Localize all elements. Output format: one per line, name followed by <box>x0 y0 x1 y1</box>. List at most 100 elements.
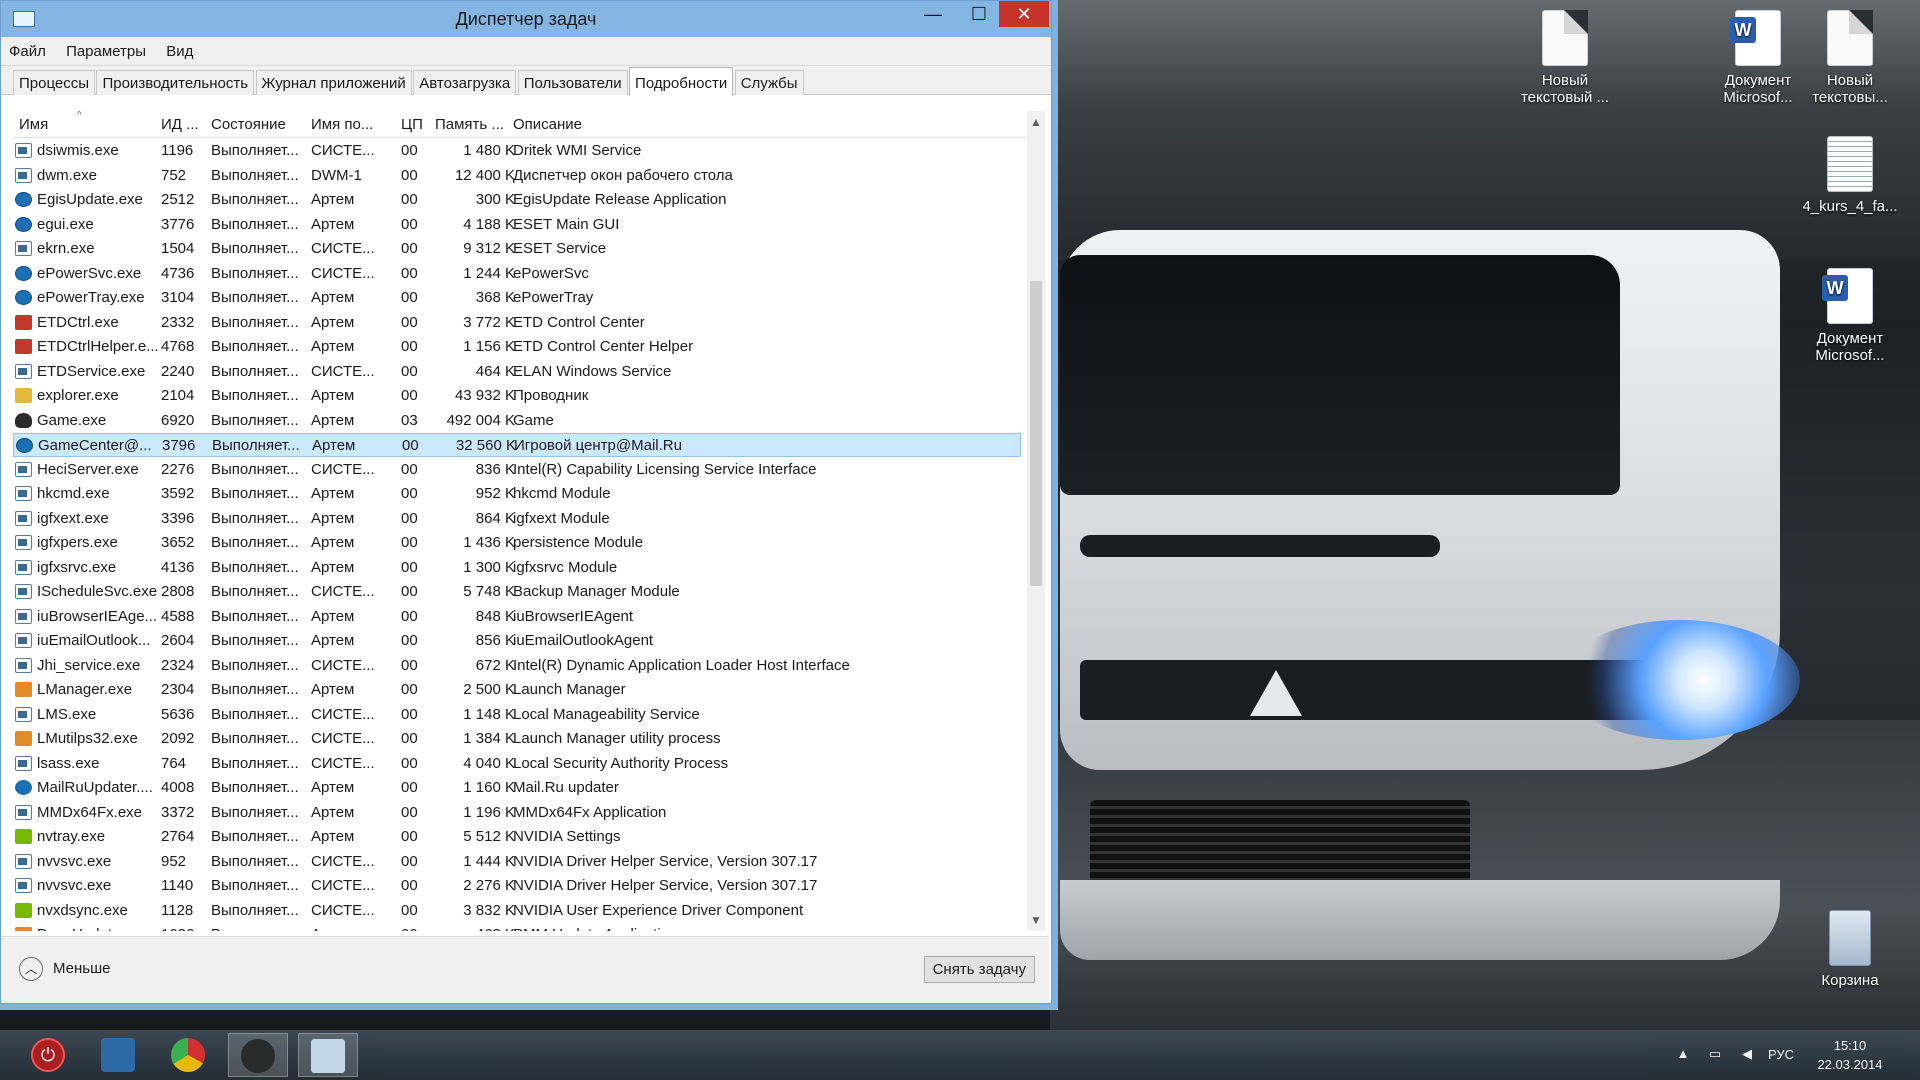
network-icon[interactable]: ▭ <box>1706 1046 1724 1062</box>
menu-options[interactable]: Параметры <box>58 37 154 60</box>
process-name: nvvsvc.exe <box>37 877 112 894</box>
tab-app-history[interactable]: Журнал приложений <box>255 70 412 95</box>
title-bar[interactable]: Диспетчер задач — ☐ ✕ <box>1 1 1051 37</box>
process-user: СИСТЕ... <box>311 656 375 674</box>
table-row[interactable]: LMS.exe 5636 Выполняет... СИСТЕ... 00 1 148 K… <box>13 703 1021 727</box>
table-row[interactable]: MMDx64Fx.exe 3372 Выполняет... Артем 00 1 196… <box>13 801 1021 825</box>
show-hidden-icons-icon[interactable]: ▲ <box>1674 1046 1692 1062</box>
table-row[interactable]: dwm.exe 752 Выполняет... DWM-1 00 12 400 K Дис… <box>13 164 1021 188</box>
process-pid: 1140 <box>161 877 194 894</box>
process-memory: 1 156 K <box>463 338 515 355</box>
table-row[interactable]: Jhi_service.exe 2324 Выполняет... СИСТЕ... 0… <box>13 654 1021 678</box>
table-row[interactable]: nvvsvc.exe 1140 Выполняет... СИСТЕ... 00 2 27… <box>13 874 1021 898</box>
taskbar-game[interactable] <box>228 1033 288 1077</box>
table-row[interactable]: igfxpers.exe 3652 Выполняет... Артем 00 1 436… <box>13 531 1021 555</box>
table-row[interactable]: explorer.exe 2104 Выполняет... Артем 00 43 93… <box>13 384 1021 408</box>
process-name: EgisUpdate.exe <box>37 191 143 208</box>
vertical-scrollbar[interactable]: ▲ ▼ <box>1027 111 1045 931</box>
table-row[interactable]: ETDCtrl.exe 2332 Выполняет... Артем 00 3 772 … <box>13 311 1021 335</box>
table-row[interactable]: ETDService.exe 2240 Выполняет... СИСТЕ... 00… <box>13 360 1021 384</box>
close-button[interactable]: ✕ <box>999 1 1049 27</box>
end-task-button[interactable]: Снять задачу <box>923 956 1035 983</box>
process-status: Выполняет... <box>211 632 299 649</box>
table-row[interactable]: GameCenter@... 3796 Выполняет... Артем 00 32 … <box>13 433 1021 457</box>
table-row[interactable]: nvvsvc.exe 952 Выполняет... СИСТЕ... 00 1 444… <box>13 850 1021 874</box>
taskbar-explorer[interactable] <box>88 1033 148 1077</box>
process-memory: 848 K <box>475 607 515 625</box>
wallpaper-car-windshield <box>1060 255 1620 495</box>
desktop-icon-word-doc-2[interactable]: W Документ Microsof... <box>1791 268 1909 364</box>
maximize-button[interactable]: ☐ <box>957 1 1001 27</box>
table-row[interactable]: egui.exe 3776 Выполняет... Артем 00 4 188 K ES… <box>13 213 1021 237</box>
table-row[interactable]: HeciServer.exe 2276 Выполняет... СИСТЕ... 00… <box>13 458 1021 482</box>
volume-icon[interactable]: ◀ <box>1738 1046 1756 1062</box>
column-header-user[interactable]: Имя по... <box>311 116 393 133</box>
minimize-button[interactable]: — <box>911 1 955 27</box>
column-header-name[interactable]: Имя <box>19 116 159 133</box>
table-row[interactable]: ETDCtrlHelper.e... 4768 Выполняет... Артем 0… <box>13 335 1021 359</box>
clock[interactable]: 15:10 22.03.2014 <box>1790 1036 1910 1074</box>
menu-view[interactable]: Вид <box>158 37 201 60</box>
process-icon <box>15 339 32 354</box>
fewer-details-button[interactable]: ︿ Меньше <box>19 957 110 981</box>
desktop-icon-new-text-2[interactable]: Новый текстовы... <box>1791 10 1909 106</box>
process-name: iuEmailOutlook... <box>37 632 151 649</box>
table-row[interactable]: hkcmd.exe 3592 Выполняет... Артем 00 952 Khkc… <box>13 482 1021 506</box>
table-row[interactable]: ePowerSvc.exe 4736 Выполняет... СИСТЕ... 00 1… <box>13 262 1021 286</box>
desktop-icon-recycle-bin[interactable]: Корзина <box>1791 910 1909 989</box>
scroll-thumb[interactable] <box>1030 281 1042 586</box>
table-row[interactable]: LManager.exe 2304 Выполняет... Артем 00 2 500… <box>13 678 1021 702</box>
process-pid: 1196 <box>161 142 194 159</box>
table-row[interactable]: ePowerTray.exe 3104 Выполняет... Артем 00 368… <box>13 286 1021 310</box>
menu-file[interactable]: Файл <box>1 37 54 60</box>
table-row[interactable]: igfxsrvc.exe 4136 Выполняет... Артем 00 1 300… <box>13 556 1021 580</box>
scroll-down-icon[interactable]: ▼ <box>1027 911 1045 929</box>
process-name: MMDx64Fx.exe <box>37 803 143 821</box>
tab-performance[interactable]: Производительность <box>96 70 255 95</box>
process-status: Выполняет... <box>211 509 299 527</box>
process-icon <box>15 780 32 795</box>
column-header-memory[interactable]: Память ... <box>435 116 515 133</box>
tab-details[interactable]: Подробности <box>629 67 734 96</box>
taskbar-chrome[interactable] <box>158 1033 218 1077</box>
column-header-status[interactable]: Состояние <box>211 116 303 133</box>
table-row[interactable]: Game.exe 6920 Выполняет... Артем 03 492 004 K… <box>13 409 1021 433</box>
column-header-description[interactable]: Описание <box>513 116 813 133</box>
tab-processes[interactable]: Процессы <box>13 70 96 95</box>
taskbar-shutdown[interactable]: ⏻ <box>18 1033 78 1077</box>
process-name: GameCenter@... <box>38 437 152 454</box>
column-header-pid[interactable]: ИД ... <box>161 116 205 133</box>
desktop-icon-4-kurs[interactable]: 4_kurs_4_fa... <box>1791 136 1909 215</box>
process-cpu: 00 <box>401 142 418 159</box>
table-row[interactable]: nvtray.exe 2764 Выполняет... Артем 00 5 512 K… <box>13 825 1021 849</box>
table-row[interactable]: IScheduleSvc.exe 2808 Выполняет... СИСТЕ...… <box>13 580 1021 604</box>
table-row[interactable]: LMutilps32.exe 2092 Выполняет... СИСТЕ... 00… <box>13 727 1021 751</box>
process-memory: 300 K <box>475 191 515 208</box>
scroll-up-icon[interactable]: ▲ <box>1027 113 1045 131</box>
process-description: ePowerSvc <box>513 264 589 282</box>
table-header: ^ Имя ИД ... Состояние Имя по... ЦП Памя… <box>13 111 1041 138</box>
tab-startup[interactable]: Автозагрузка <box>413 70 517 95</box>
table-row[interactable]: EgisUpdate.exe 2512 Выполняет... Артем 00 300… <box>13 188 1021 212</box>
table-row[interactable]: lsass.exe 764 Выполняет... СИСТЕ... 00 4 040 … <box>13 752 1021 776</box>
table-row[interactable]: dsiwmis.exe 1196 Выполняет... СИСТЕ... 00 1 4… <box>13 139 1021 163</box>
column-header-cpu[interactable]: ЦП <box>401 116 431 133</box>
table-row[interactable]: PmmUpdate.exe1036 Выполняет... Артем 00468 … <box>13 923 1021 931</box>
table-row[interactable]: MailRuUpdater.... 4008 Выполняет... Артем 00… <box>13 776 1021 800</box>
process-name: igfxpers.exe <box>37 534 118 551</box>
process-cpu: 00 <box>401 362 418 380</box>
taskbar-task-manager[interactable] <box>298 1033 358 1077</box>
table-row[interactable]: iuBrowserIEAge... 4588 Выполняет... Артем 00… <box>13 605 1021 629</box>
table-row[interactable]: nvxdsync.exe 1128 Выполняет... СИСТЕ... 00 3 … <box>13 899 1021 923</box>
process-user: СИСТЕ... <box>311 362 375 380</box>
desktop-icon-new-text-1[interactable]: Новый текстовый ... <box>1505 10 1625 106</box>
table-row[interactable]: iuEmailOutlook... 2604 Выполняет... Артем 00… <box>13 629 1021 653</box>
tab-users[interactable]: Пользователи <box>517 70 628 95</box>
process-memory: 5 748 K <box>463 583 515 600</box>
table-row[interactable]: ekrn.exe 1504 Выполняет... СИСТЕ... 00 9 312 … <box>13 237 1021 261</box>
table-row[interactable]: igfxext.exe 3396 Выполняет... Артем 00 864 Ki… <box>13 507 1021 531</box>
process-icon <box>15 584 32 599</box>
process-description: Local Manageability Service <box>513 705 700 723</box>
tab-services[interactable]: Службы <box>734 70 804 95</box>
process-description: Dritek WMI Service <box>513 142 642 159</box>
